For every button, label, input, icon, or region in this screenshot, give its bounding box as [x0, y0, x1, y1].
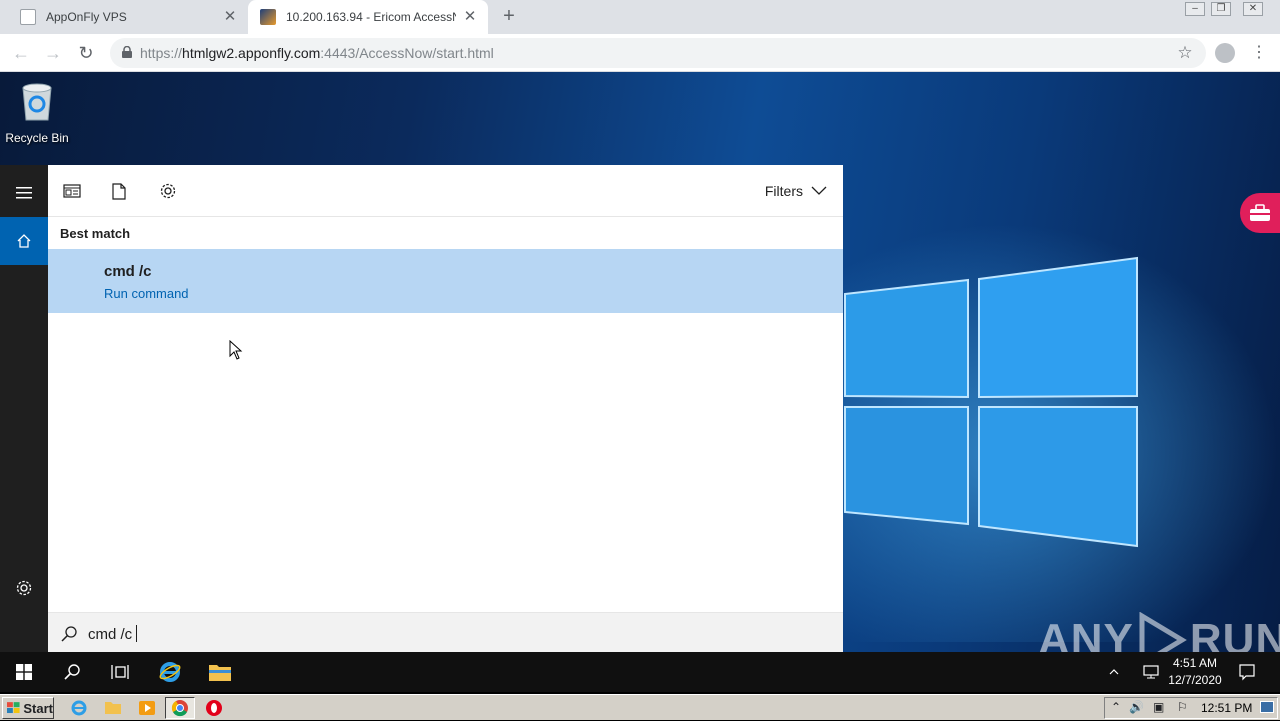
close-window-button[interactable]: ✕ [1243, 2, 1263, 16]
browser-tab-strip: AppOnFly VPS ✕ 10.200.163.94 - Ericom Ac… [0, 0, 1280, 34]
host-task-chrome[interactable] [165, 697, 195, 719]
internet-explorer-icon[interactable] [70, 699, 88, 717]
taskbar-file-explorer[interactable] [196, 652, 244, 692]
result-subtitle: Run command [104, 286, 189, 301]
text-caret [136, 625, 138, 642]
search-results-panel: Filters Best match cmd /c Run command [48, 165, 843, 652]
toolbox-icon [1250, 204, 1270, 221]
minimize-button[interactable]: – [1185, 2, 1205, 16]
back-button[interactable]: ← [10, 42, 32, 64]
volume-icon[interactable]: 🔊 [1129, 700, 1144, 714]
opera-icon[interactable] [205, 699, 223, 717]
tab-apponfly[interactable]: AppOnFly VPS ✕ [8, 0, 248, 34]
taskbar-search-button[interactable] [48, 652, 96, 692]
start-search-box[interactable]: cmd /c [48, 612, 843, 652]
show-desktop-icon[interactable] [1260, 701, 1274, 713]
gear-icon [16, 580, 32, 596]
close-tab-icon[interactable]: ✕ [222, 9, 238, 25]
url-host: htmlgw2.apponfly.com [182, 45, 321, 61]
taskbar-clock[interactable]: 4:51 AM 12/7/2020 [1168, 655, 1222, 689]
folder-icon [209, 665, 231, 681]
search-scope-bar: Filters [48, 165, 843, 217]
windows-flag-icon [7, 702, 20, 714]
network-icon[interactable]: ▣ [1153, 700, 1164, 714]
folder-icon[interactable] [104, 699, 122, 717]
clock-time: 4:51 AM [1172, 656, 1218, 670]
result-title: cmd /c [104, 263, 152, 280]
restore-button[interactable]: ❐ [1211, 2, 1231, 16]
search-query: cmd /c [88, 626, 133, 643]
tab-documents[interactable] [108, 180, 130, 202]
tab-title: AppOnFly VPS [46, 10, 127, 24]
host-taskbar: Start ⌃ 🔊 ▣ ⚐ 12:51 PM [0, 694, 1280, 720]
media-player-icon[interactable] [138, 699, 156, 717]
bookmark-star-icon[interactable]: ☆ [1174, 42, 1196, 64]
remote-desktop: Recycle Bin Filters Best match cmd /c Ru… [0, 72, 1280, 692]
chevron-down-icon [811, 186, 827, 195]
network-icon[interactable] [1142, 664, 1160, 680]
tray-chevron-up-icon[interactable] [1108, 664, 1120, 680]
start-menu-rail [0, 165, 48, 652]
menu-kebab-icon[interactable]: ⋮ [1248, 42, 1270, 64]
tab-title: 10.200.163.94 - Ericom AccessNow [286, 10, 456, 24]
document-icon [20, 9, 36, 25]
hamburger-menu-button[interactable] [0, 169, 48, 217]
forward-button[interactable]: → [42, 42, 64, 64]
desktop-icon-recycle-bin[interactable]: Recycle Bin [4, 80, 70, 145]
windows-logo-wallpaper [844, 256, 1138, 548]
windows-taskbar: 4:51 AM 12/7/2020 [0, 652, 1280, 692]
tab-ericom[interactable]: 10.200.163.94 - Ericom AccessNow ✕ [248, 0, 488, 34]
address-bar[interactable]: https://htmlgw2.apponfly.com:4443/Access… [110, 38, 1206, 68]
ericom-icon [260, 9, 276, 25]
home-button[interactable] [0, 217, 48, 265]
toolbox-button[interactable] [1240, 193, 1280, 233]
filters-dropdown[interactable]: Filters [765, 183, 827, 199]
best-match-heading: Best match [60, 226, 131, 241]
clock-date: 12/7/2020 [1168, 673, 1222, 687]
close-tab-icon[interactable]: ✕ [462, 9, 478, 25]
search-input[interactable]: cmd /c [88, 625, 138, 643]
browser-toolbar: ← → ↻ https://htmlgw2.apponfly.com:4443/… [0, 34, 1280, 72]
new-tab-button[interactable]: + [499, 6, 519, 26]
search-icon [61, 626, 77, 642]
tray-expand-icon[interactable]: ⌃ [1111, 700, 1121, 714]
windows-logo-icon [16, 664, 32, 680]
task-view-icon [111, 665, 129, 679]
home-icon [17, 234, 31, 248]
document-icon [112, 182, 126, 200]
tab-settings[interactable] [157, 180, 179, 202]
lock-icon [122, 46, 132, 58]
chrome-icon [171, 700, 188, 717]
hamburger-icon [16, 187, 32, 199]
mouse-pointer-icon [229, 340, 243, 360]
recycle-bin-icon [22, 83, 52, 121]
taskbar-internet-explorer[interactable] [146, 652, 194, 692]
start-button[interactable] [0, 652, 48, 692]
flag-icon[interactable]: ⚐ [1177, 700, 1188, 714]
url-scheme: https:// [140, 45, 183, 61]
tab-apps[interactable] [61, 180, 83, 202]
gear-icon [160, 183, 176, 199]
desktop-icon-label: Recycle Bin [5, 131, 69, 145]
reload-button[interactable]: ↻ [75, 42, 97, 64]
url-path: :4443/AccessNow/start.html [320, 45, 494, 61]
best-match-result[interactable]: cmd /c Run command [48, 249, 843, 313]
settings-button[interactable] [0, 564, 48, 612]
start-label: Start [23, 700, 53, 716]
host-system-tray: ⌃ 🔊 ▣ ⚐ 12:51 PM [1104, 697, 1278, 719]
host-clock[interactable]: 12:51 PM [1201, 701, 1252, 715]
search-icon [64, 664, 80, 680]
apps-icon [63, 184, 81, 198]
task-view-button[interactable] [96, 652, 144, 692]
filters-label: Filters [764, 183, 803, 199]
host-start-button[interactable]: Start [2, 697, 54, 719]
profile-avatar[interactable] [1214, 42, 1236, 64]
action-center-icon[interactable] [1238, 663, 1256, 681]
internet-explorer-icon [159, 662, 181, 682]
